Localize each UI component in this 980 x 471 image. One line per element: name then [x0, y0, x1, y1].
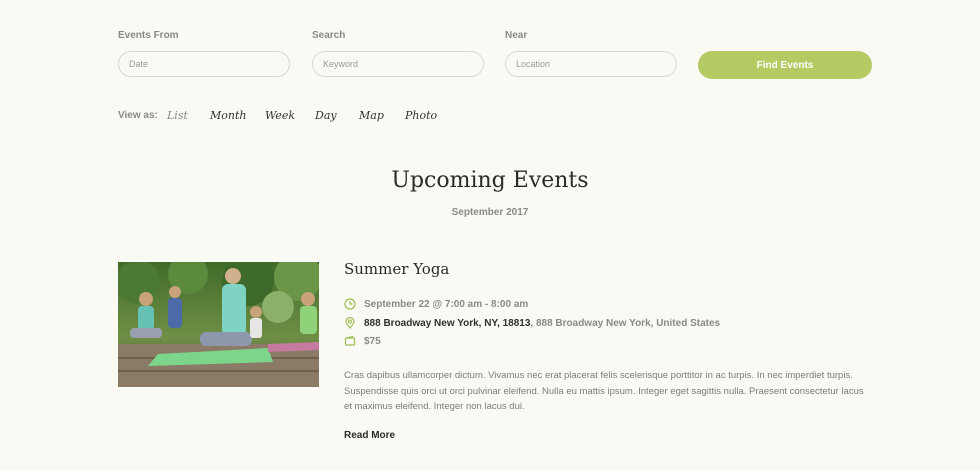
event-venue-address: 888 Broadway New York, United States — [535, 317, 721, 329]
view-tab-map[interactable]: Map — [359, 109, 384, 122]
event-cost: $75 — [364, 335, 381, 347]
event-venue-row: 888 Broadway New York, NY, 18813, 888 Br… — [344, 316, 720, 330]
yoga-photo — [118, 262, 319, 387]
page-title: Upcoming Events — [391, 168, 589, 193]
view-tab-week[interactable]: Week — [265, 109, 295, 122]
view-tab-day[interactable]: Day — [315, 109, 337, 122]
location-input[interactable] — [505, 51, 677, 77]
venue-separator: , — [530, 317, 534, 329]
event-image[interactable] — [118, 262, 319, 387]
month-heading: September 2017 — [451, 207, 529, 218]
event-title[interactable]: Summer Yoga — [344, 260, 449, 278]
event-venue-name: 888 Broadway New York, NY, 18813 — [364, 317, 531, 329]
date-input[interactable] — [118, 51, 290, 77]
events-from-label: Events From — [118, 30, 179, 41]
view-tab-photo[interactable]: Photo — [405, 109, 437, 122]
event-description: Cras dapibus ullamcorper dictum. Vivamus… — [344, 370, 864, 412]
view-tab-list[interactable]: List — [167, 109, 188, 122]
view-as-label: View as: — [118, 110, 158, 121]
keyword-input[interactable] — [312, 51, 484, 77]
clock-icon — [344, 298, 356, 310]
search-label: Search — [312, 30, 346, 41]
view-tab-month[interactable]: Month — [210, 109, 246, 122]
find-events-button[interactable]: Find Events — [698, 51, 872, 79]
event-datetime-row: September 22 @ 7:00 am - 8:00 am — [344, 297, 528, 311]
event-cost-row: $75 — [344, 334, 381, 348]
map-pin-icon — [345, 317, 355, 329]
read-more-link[interactable]: Read More — [344, 430, 395, 441]
event-datetime: September 22 @ 7:00 am - 8:00 am — [364, 298, 529, 310]
wallet-icon — [344, 335, 356, 346]
near-label: Near — [505, 30, 528, 41]
